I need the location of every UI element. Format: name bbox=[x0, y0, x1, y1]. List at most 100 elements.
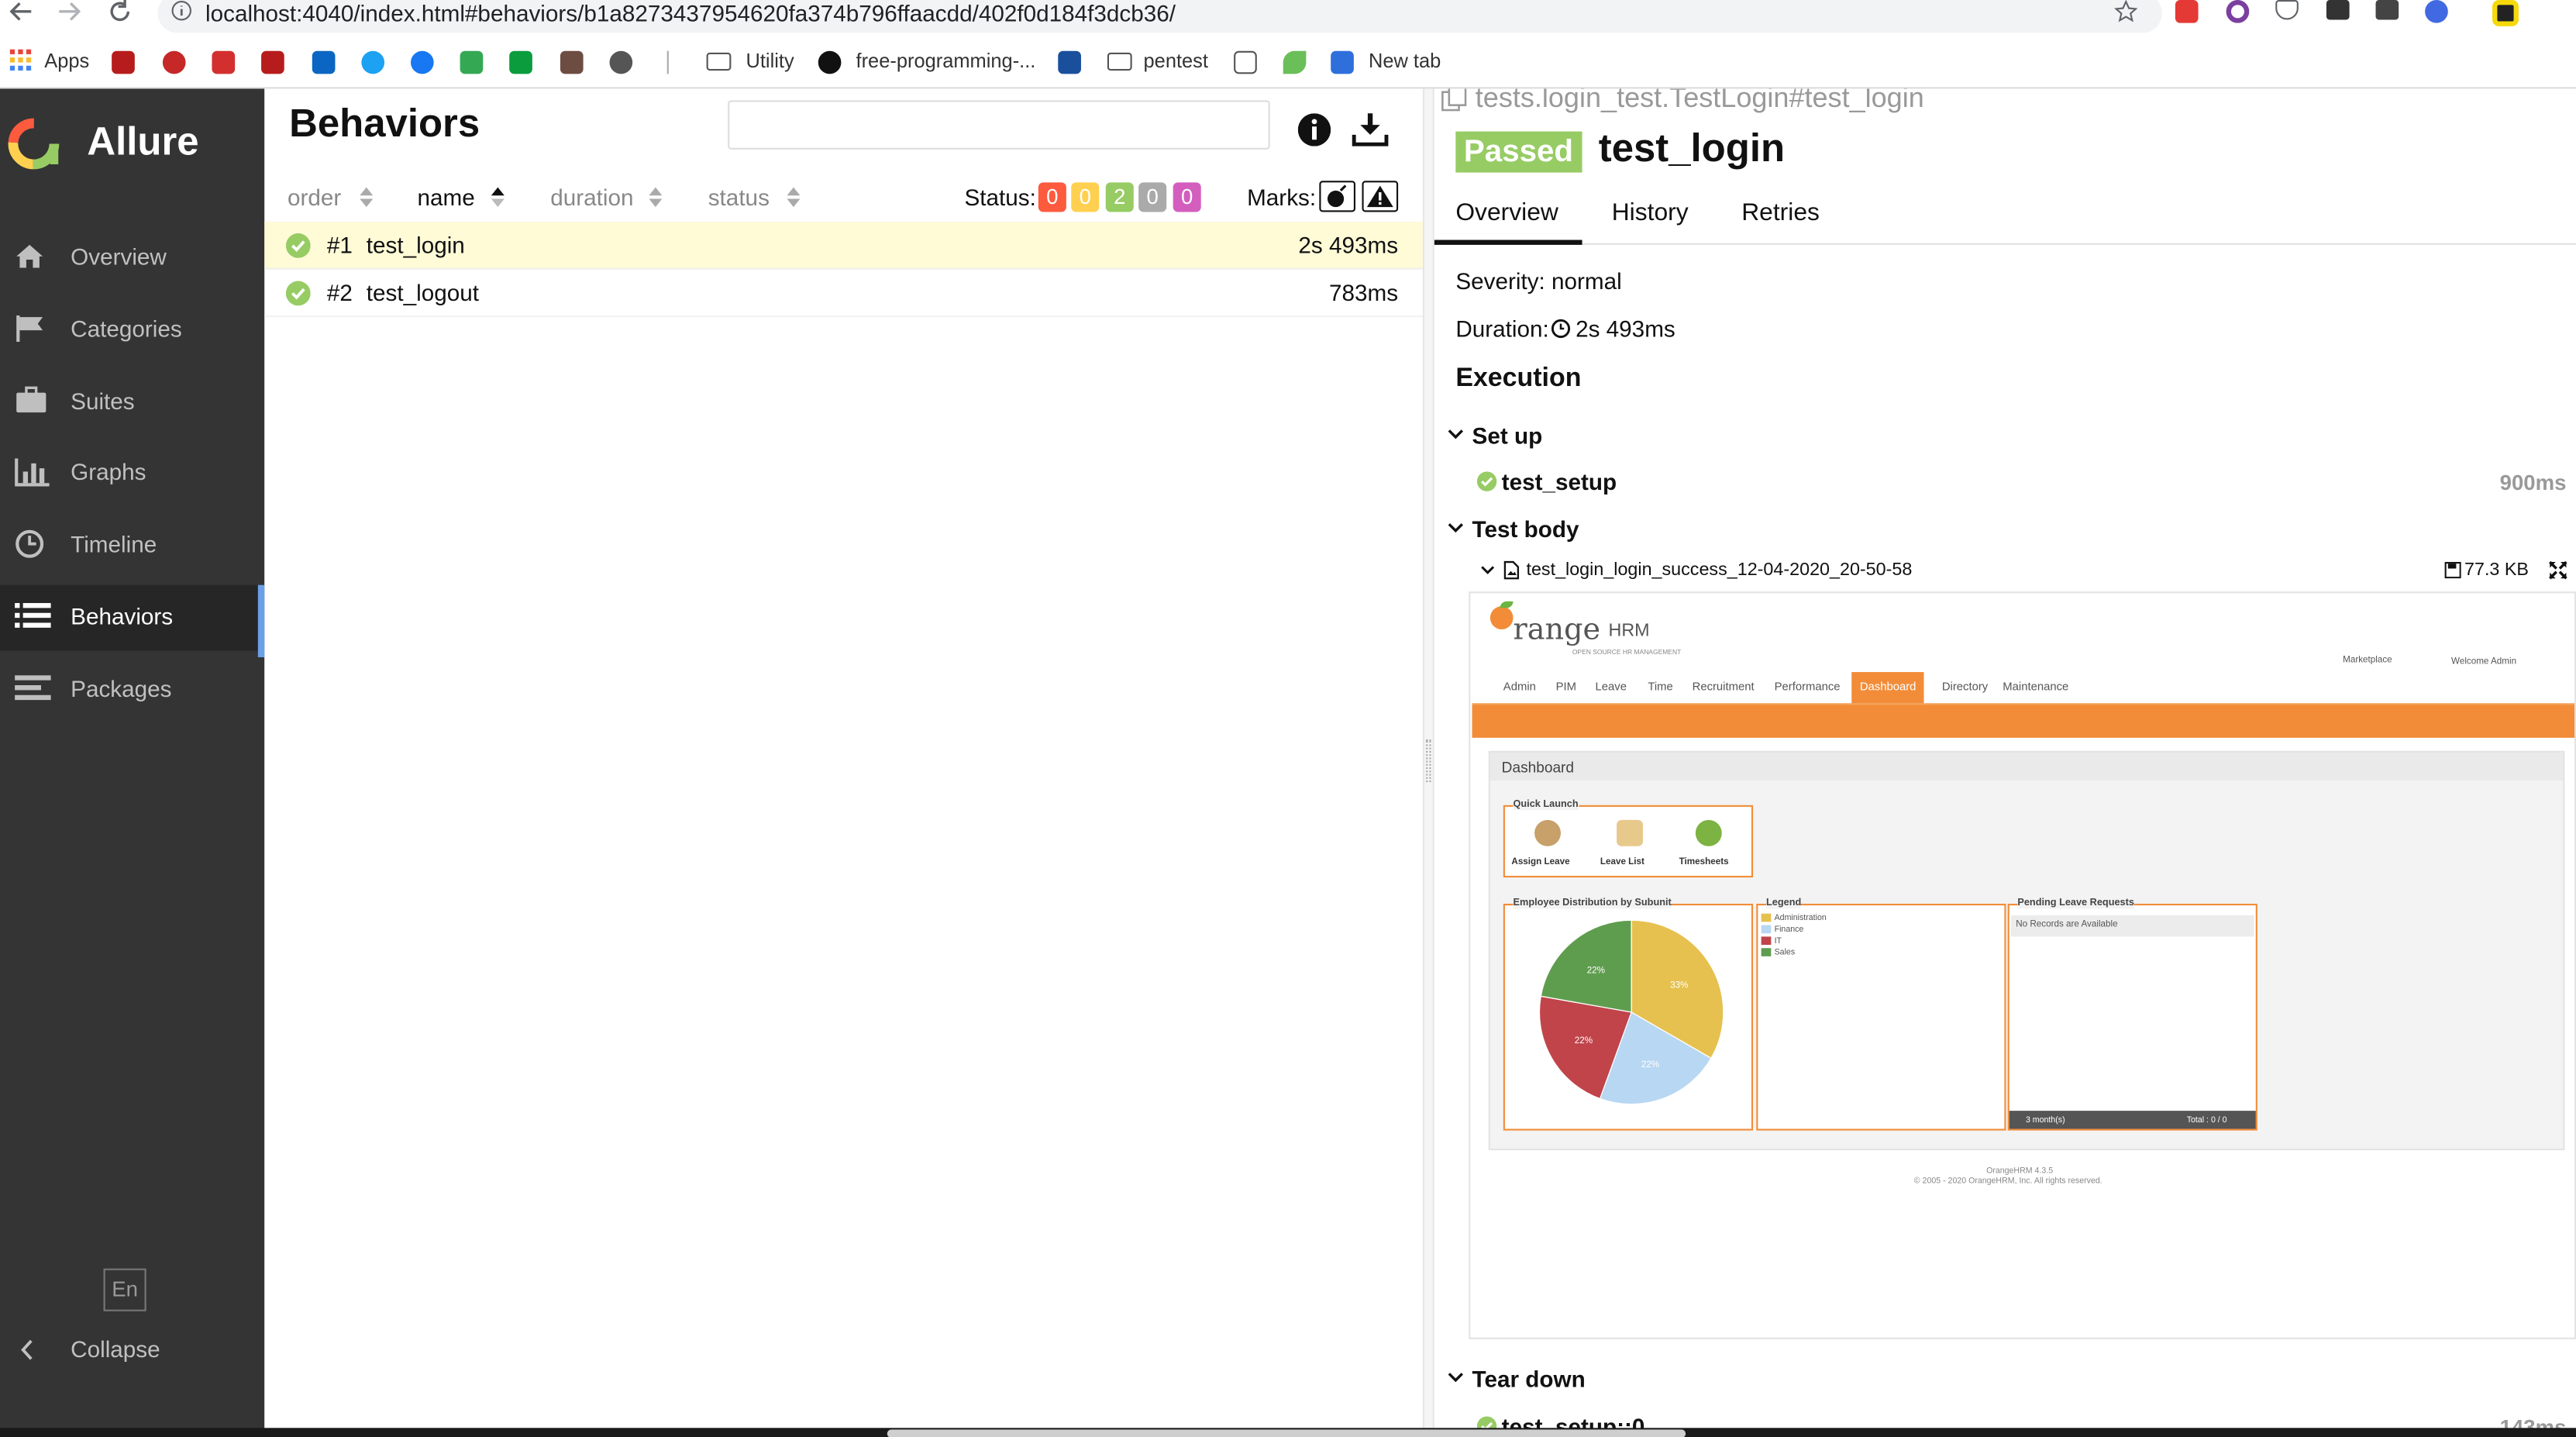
menu-admin[interactable]: Admin bbox=[1503, 682, 1536, 694]
column-order[interactable]: order bbox=[288, 184, 341, 210]
bookmark-favicon[interactable] bbox=[560, 50, 584, 74]
download-icon[interactable] bbox=[1352, 112, 1389, 146]
column-status[interactable]: status bbox=[708, 184, 770, 210]
sidebar-item-categories[interactable]: Categories bbox=[0, 298, 264, 364]
setup-section-toggle[interactable]: Set up bbox=[1448, 421, 1776, 453]
column-name[interactable]: name bbox=[417, 184, 474, 210]
github-icon[interactable] bbox=[818, 50, 842, 74]
extension-icon[interactable] bbox=[2175, 0, 2199, 23]
teardown-section-toggle[interactable]: Tear down bbox=[1448, 1364, 1776, 1397]
status-badge-failed[interactable]: 0 bbox=[1038, 182, 1066, 212]
status-badge-broken[interactable]: 0 bbox=[1071, 182, 1100, 212]
bookmark-apps[interactable]: Apps bbox=[44, 50, 89, 73]
setup-step[interactable]: test_setup 900ms bbox=[1476, 467, 2570, 499]
menu-time[interactable]: Time bbox=[1648, 682, 1672, 694]
horizontal-scrollbar[interactable] bbox=[0, 1428, 2576, 1437]
globe-icon[interactable] bbox=[609, 50, 633, 74]
bookmark-favicon[interactable] bbox=[1234, 50, 1257, 74]
sidebar-item-timeline[interactable]: Timeline bbox=[0, 512, 264, 578]
brand-name[interactable]: Allure bbox=[87, 120, 198, 166]
sidebar-item-suites[interactable]: Suites bbox=[0, 370, 264, 436]
sort-icon[interactable] bbox=[491, 187, 505, 208]
bookmark-favicon[interactable] bbox=[1058, 50, 1081, 74]
bookmark-favicon[interactable] bbox=[509, 50, 532, 74]
extension-icon[interactable] bbox=[2425, 0, 2448, 23]
sidebar-item-packages[interactable]: Packages bbox=[0, 657, 264, 723]
bookmark-free-programming[interactable]: free-programming-... bbox=[856, 50, 1036, 73]
folder-icon[interactable] bbox=[1107, 52, 1132, 71]
apps-icon[interactable] bbox=[9, 49, 32, 71]
marketplace-link[interactable]: Marketplace bbox=[2343, 656, 2392, 666]
body-section-toggle[interactable]: Test body bbox=[1448, 515, 1776, 547]
bookmark-favicon[interactable] bbox=[162, 50, 186, 74]
allure-logo[interactable] bbox=[6, 117, 60, 171]
info-icon[interactable] bbox=[170, 0, 192, 22]
status-badge-unknown[interactable]: 0 bbox=[1173, 182, 1201, 212]
play-icon[interactable] bbox=[460, 50, 484, 74]
bookmark-new-tab[interactable]: New tab bbox=[1369, 50, 1441, 73]
pane-splitter[interactable] bbox=[1422, 88, 1434, 1437]
info-icon[interactable] bbox=[1297, 113, 1331, 146]
menu-pim[interactable]: PIM bbox=[1556, 682, 1576, 694]
subunit-pie-chart[interactable]: 33% 22% 22% 22% bbox=[1536, 917, 1727, 1108]
bookmark-utility[interactable]: Utility bbox=[746, 50, 794, 73]
tab-overview[interactable]: Overview bbox=[1455, 199, 1558, 227]
bookmark-favicon[interactable] bbox=[112, 50, 135, 74]
tab-history[interactable]: History bbox=[1612, 199, 1689, 227]
profile-icon[interactable] bbox=[2492, 0, 2519, 26]
bookmark-favicon[interactable] bbox=[1331, 50, 1354, 74]
menu-directory[interactable]: Directory bbox=[1942, 682, 1988, 694]
terminal-icon[interactable] bbox=[2326, 0, 2350, 20]
menu-performance[interactable]: Performance bbox=[1775, 682, 1841, 694]
bookmark-favicon[interactable] bbox=[1283, 50, 1307, 74]
extension-icon[interactable] bbox=[2226, 0, 2250, 23]
quick-leave-list[interactable]: Leave List bbox=[1590, 818, 1669, 873]
bookmark-star-icon[interactable] bbox=[2114, 0, 2138, 23]
menu-maintenance[interactable]: Maintenance bbox=[2003, 682, 2068, 694]
sort-icon[interactable] bbox=[649, 187, 663, 208]
linkedin-icon[interactable] bbox=[312, 50, 336, 74]
attachment-screenshot[interactable]: range HRM OPEN SOURCE HR MANAGEMENT Mark… bbox=[1469, 591, 2576, 1339]
back-icon[interactable] bbox=[9, 0, 33, 23]
search-input[interactable] bbox=[728, 100, 1270, 150]
orangehrm-menu: Admin PIM Leave Time Recruitment Perform… bbox=[1490, 672, 2574, 704]
url-text[interactable]: localhost:4040/index.html#behaviors/b1a8… bbox=[205, 0, 1176, 26]
table-row[interactable]: #2 test_logout 783ms bbox=[264, 270, 1423, 318]
bookmark-favicon[interactable] bbox=[212, 50, 236, 74]
table-row[interactable]: #1 test_login 2s 493ms bbox=[264, 222, 1423, 270]
sidebar-item-graphs[interactable]: Graphs bbox=[0, 440, 264, 506]
menu-recruitment[interactable]: Recruitment bbox=[1693, 682, 1755, 694]
collapse-button[interactable]: Collapse bbox=[0, 1325, 264, 1374]
language-button[interactable]: En bbox=[103, 1268, 146, 1311]
menu-dashboard[interactable]: Dashboard bbox=[1851, 672, 1924, 704]
reload-icon[interactable] bbox=[108, 0, 132, 23]
attachment-row[interactable]: test_login_login_success_12-04-2020_20-5… bbox=[1480, 559, 2573, 588]
forward-icon[interactable] bbox=[57, 0, 81, 23]
quick-timesheets[interactable]: Timesheets bbox=[1669, 818, 1748, 873]
new-failed-mark-toggle[interactable] bbox=[1362, 181, 1399, 212]
pocket-icon[interactable] bbox=[2275, 0, 2299, 20]
tab-retries[interactable]: Retries bbox=[1741, 199, 1820, 227]
sort-icon[interactable] bbox=[360, 187, 374, 208]
bookmark-favicon[interactable] bbox=[261, 50, 284, 74]
twitter-icon[interactable] bbox=[361, 50, 385, 74]
facebook-icon[interactable] bbox=[411, 50, 434, 74]
chevron-down-icon bbox=[1448, 522, 1464, 534]
status-badge-passed[interactable]: 2 bbox=[1105, 182, 1134, 212]
status-badge-skipped[interactable]: 0 bbox=[1138, 182, 1167, 212]
flaky-mark-toggle[interactable] bbox=[1319, 181, 1355, 212]
folder-icon[interactable] bbox=[706, 52, 732, 71]
quick-assign-leave[interactable]: Assign Leave bbox=[1508, 818, 1587, 873]
sidebar-item-behaviors[interactable]: Behaviors bbox=[0, 584, 265, 657]
sidebar-item-overview[interactable]: Overview bbox=[0, 225, 264, 291]
extension-icon[interactable] bbox=[2375, 0, 2399, 20]
menu-leave[interactable]: Leave bbox=[1596, 682, 1627, 694]
pie-slice[interactable] bbox=[1540, 919, 1632, 1013]
expand-icon[interactable] bbox=[2548, 560, 2567, 580]
column-duration[interactable]: duration bbox=[550, 184, 633, 210]
bookmark-pentest[interactable]: pentest bbox=[1144, 50, 1208, 73]
sort-icon[interactable] bbox=[787, 187, 801, 208]
scrollbar-thumb[interactable] bbox=[887, 1429, 1686, 1437]
welcome-admin[interactable]: Welcome Admin bbox=[2451, 657, 2516, 667]
copy-icon[interactable] bbox=[1441, 88, 1467, 112]
